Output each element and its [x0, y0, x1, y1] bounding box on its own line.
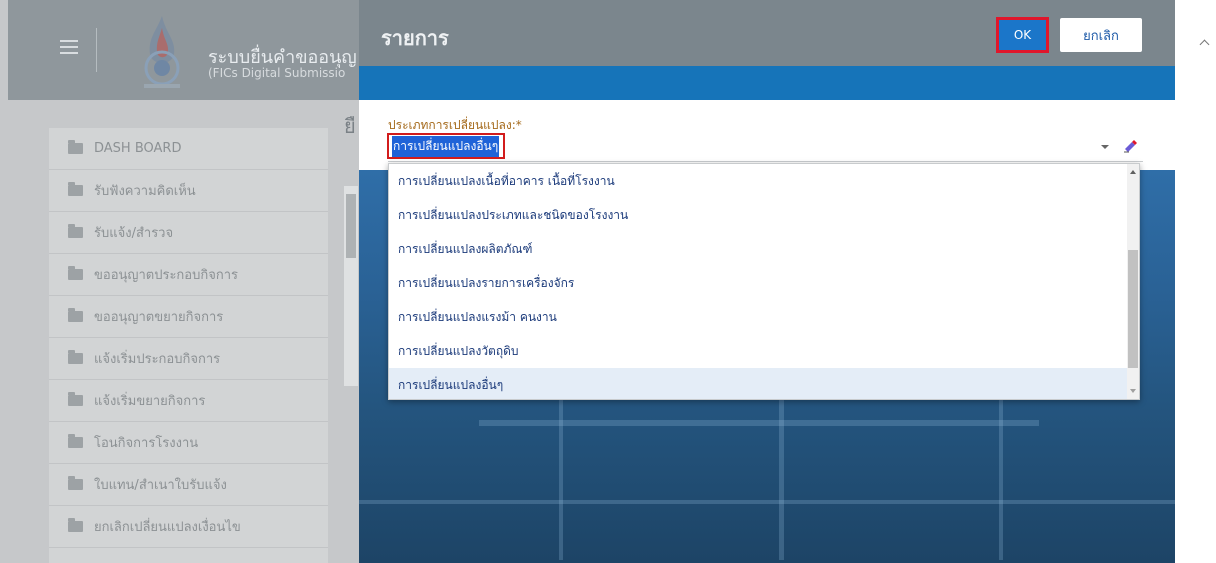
app-subtitle: (FICs Digital Submissio: [208, 66, 346, 80]
sidebar-item-label: ยกเลิกเปลี่ยนแปลงเงื่อนไข: [94, 520, 241, 535]
option-item[interactable]: การเปลี่ยนแปลงเนื้อที่อาคาร เนื้อที่โรงง…: [389, 164, 1139, 198]
sidebar-item-label: ขออนุญาตประกอบกิจการ: [94, 268, 238, 283]
option-item[interactable]: การเปลี่ยนแปลงประเภทและชนิดของโรงงาน: [389, 198, 1139, 232]
page-scrollbar[interactable]: [1175, 0, 1216, 563]
change-type-select[interactable]: การเปลี่ยนแปลงอื่นๆ: [387, 133, 1143, 162]
sidebar-item-label: ใบแทน/สำเนาใบรับแจ้ง: [94, 478, 227, 493]
sidebar-item-cancel-change[interactable]: ยกเลิกเปลี่ยนแปลงเงื่อนไข: [49, 506, 328, 548]
ok-button[interactable]: OK: [996, 17, 1049, 53]
folder-icon: [68, 140, 83, 154]
selected-value-text: การเปลี่ยนแปลงอื่นๆ: [392, 135, 500, 157]
modal-title: รายการ: [381, 26, 449, 50]
sidebar-item-operating-permit[interactable]: ขออนุญาตประกอบกิจการ: [49, 254, 328, 296]
change-type-options-list: การเปลี่ยนแปลงเนื้อที่อาคาร เนื้อที่โรงง…: [388, 163, 1140, 400]
cancel-button[interactable]: ยกเลิก: [1060, 18, 1142, 52]
sidebar-item-label: รับฟังความคิดเห็น: [94, 184, 196, 199]
header-divider: [96, 28, 97, 72]
modal-toolbar-band: [359, 66, 1175, 100]
folder-icon: [68, 476, 83, 490]
selected-value[interactable]: การเปลี่ยนแปลงอื่นๆ: [387, 133, 506, 159]
sidebar-item-label: DASH BOARD: [94, 141, 182, 156]
page-heading-fragment: ยื: [344, 114, 356, 138]
scrollbar-thumb[interactable]: [1128, 250, 1138, 368]
sidebar-item-expansion-permit[interactable]: ขออนุญาตขยายกิจการ: [49, 296, 328, 338]
folder-icon: [68, 182, 83, 196]
option-item-active[interactable]: การเปลี่ยนแปลงอื่นๆ: [389, 368, 1139, 399]
eraser-icon[interactable]: [1121, 137, 1139, 155]
sidebar-item-start-expansion[interactable]: แจ้งเริ่มขยายกิจการ: [49, 380, 328, 422]
sidebar-item-label: ขออนุญาตขยายกิจการ: [94, 310, 224, 325]
scroll-up-icon[interactable]: [1130, 170, 1136, 174]
option-item[interactable]: การเปลี่ยนแปลงรายการเครื่องจักร: [389, 266, 1139, 300]
option-item[interactable]: การเปลี่ยนแปลงวัตถุดิบ: [389, 334, 1139, 368]
folder-icon: [68, 518, 83, 532]
scroll-down-icon[interactable]: [1130, 389, 1136, 393]
folder-icon: [68, 224, 83, 238]
sidebar-item-transfer-factory[interactable]: โอนกิจการโรงงาน: [49, 422, 328, 464]
sidebar-item-label: รับแจ้ง/สำรวจ: [94, 226, 174, 241]
sidebar-item-replacement-copy[interactable]: ใบแทน/สำเนาใบรับแจ้ง: [49, 464, 328, 506]
sidebar-item-public-hearing[interactable]: รับฟังความคิดเห็น: [49, 170, 328, 212]
sidebar: DASH BOARD รับฟังความคิดเห็น รับแจ้ง/สำร…: [49, 128, 328, 563]
selection-modal: รายการ OK ยกเลิก ประเภทการเปลี่ยนแปลง:* …: [359, 0, 1175, 563]
folder-icon: [68, 350, 83, 364]
folder-icon: [68, 266, 83, 280]
sidebar-item-label: แจ้งเริ่มประกอบกิจการ: [94, 352, 221, 367]
form-area: ประเภทการเปลี่ยนแปลง:* การเปลี่ยนแปลงอื่…: [359, 100, 1175, 170]
app-logo-icon: [144, 16, 180, 88]
sidebar-item-start-operation[interactable]: แจ้งเริ่มประกอบกิจการ: [49, 338, 328, 380]
sidebar-item-notify-survey[interactable]: รับแจ้ง/สำรวจ: [49, 212, 328, 254]
folder-icon: [68, 392, 83, 406]
sidebar-item-dashboard[interactable]: DASH BOARD: [49, 128, 328, 170]
modal-header: รายการ OK ยกเลิก: [359, 0, 1175, 66]
sidebar-item-label: โอนกิจการโรงงาน: [94, 436, 199, 451]
chevron-up-icon[interactable]: [1199, 39, 1210, 50]
chevron-down-icon[interactable]: [1101, 145, 1109, 149]
menu-icon[interactable]: [60, 40, 78, 54]
option-item[interactable]: การเปลี่ยนแปลงแรงม้า คนงาน: [389, 300, 1139, 334]
sidebar-item-label: แจ้งเริ่มขยายกิจการ: [94, 394, 206, 409]
options-scrollbar[interactable]: [1127, 164, 1139, 399]
background-scrollbar: [344, 186, 358, 386]
option-item[interactable]: การเปลี่ยนแปลงผลิตภัณฑ์: [389, 232, 1139, 266]
folder-icon: [68, 434, 83, 448]
folder-icon: [68, 308, 83, 322]
